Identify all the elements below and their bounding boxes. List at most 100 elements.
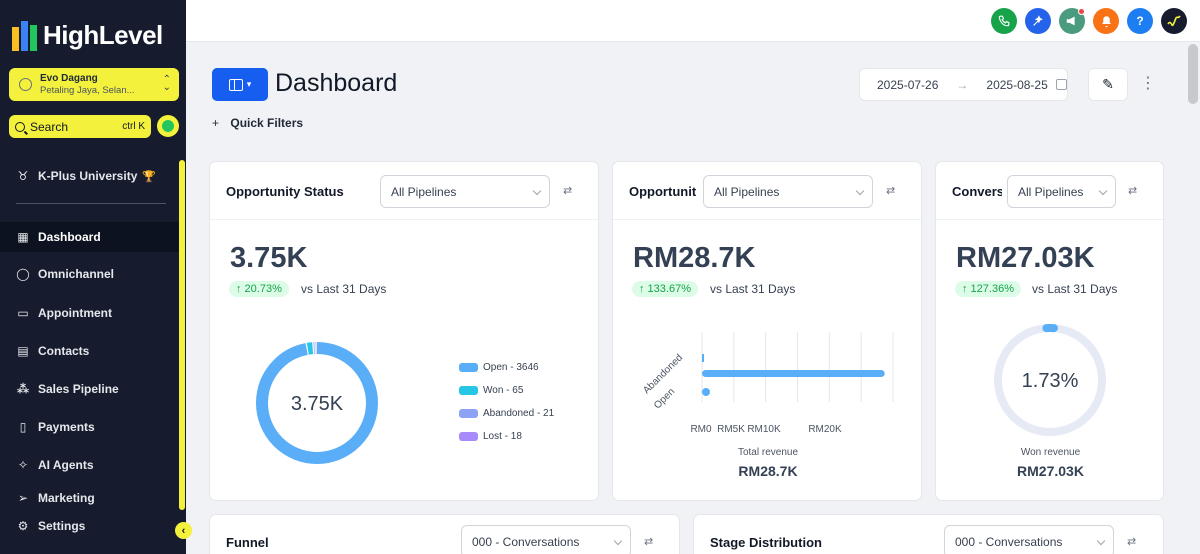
legend-swatch: [459, 363, 478, 372]
page-scrollbar[interactable]: [1188, 44, 1198, 104]
legend-item-lost[interactable]: Lost - 18: [459, 431, 522, 442]
lightning-icon: [162, 120, 174, 132]
location-icon: [19, 78, 32, 91]
legend-label: Open - 3646: [483, 362, 539, 373]
legend-item-abandoned[interactable]: Abandoned - 21: [459, 408, 554, 419]
collapse-sidebar-button[interactable]: ‹: [175, 522, 192, 539]
filter-settings-icon[interactable]: ⇄: [1128, 186, 1141, 197]
sidebar-item-label: K-Plus University: [38, 169, 138, 183]
chevron-up-down-icon: ⌃ ⌄: [162, 74, 171, 93]
payments-icon: ▯: [19, 420, 27, 434]
card-title: Opportunity Status: [226, 184, 344, 199]
sidebar-item-label: Marketing: [38, 491, 95, 505]
more-options-button[interactable]: ⋮: [1140, 74, 1156, 94]
conversation-select[interactable]: 000 - Conversations: [944, 525, 1114, 554]
opportunity-status-card: Opportunity Status All Pipelines ⇄ 3.75K…: [209, 161, 599, 501]
revenue-bar-open[interactable]: [702, 370, 885, 377]
conversation-select[interactable]: 000 - Conversations: [461, 525, 631, 554]
x-tick-label: RM10K: [747, 424, 781, 435]
revenue-bar-abandoned[interactable]: [702, 354, 704, 362]
pipeline-select[interactable]: All Pipelines: [380, 175, 550, 208]
notifications-button[interactable]: [1093, 8, 1119, 34]
date-range-picker[interactable]: 2025-07-26 → 2025-08-25: [859, 68, 1068, 101]
sidebar: HighLevel Evo Dagang Petaling Jaya, Sela…: [0, 0, 186, 554]
comparison-label: vs Last 31 Days: [301, 282, 387, 296]
edit-dashboard-button[interactable]: ✎: [1088, 68, 1128, 101]
filter-settings-icon[interactable]: ⇄: [1127, 537, 1140, 548]
change-badge: ↑ 133.67%: [632, 281, 698, 297]
sidebar-item-settings[interactable]: ⚙ Settings: [0, 511, 180, 541]
page-title: Dashboard: [275, 69, 398, 97]
won-revenue-label: Won revenue: [1020, 447, 1081, 458]
dashboard-icon: ▦: [17, 230, 29, 244]
help-button[interactable]: ?: [1127, 8, 1153, 34]
stage-distribution-card: Stage Distribution 000 - Conversations ⇄: [693, 514, 1164, 554]
sidebar-item-payments[interactable]: ▯ Payments: [0, 412, 180, 442]
pipeline-select[interactable]: All Pipelines: [703, 175, 873, 208]
legend-swatch: [459, 409, 478, 418]
brand-logo[interactable]: HighLevel: [12, 20, 163, 51]
chevron-down-icon: [1096, 536, 1106, 546]
account-location: Petaling Jaya, Selan...: [40, 85, 135, 96]
megaphone-icon: [1066, 16, 1075, 26]
filter-settings-icon[interactable]: ⇄: [644, 537, 657, 548]
legend-item-open[interactable]: Open - 3646: [459, 362, 539, 373]
filter-settings-icon[interactable]: ⇄: [563, 186, 576, 197]
revenue-bar-chart: AbandonedOpen RM0 RM5K RM10K RM20K: [641, 332, 894, 435]
sidebar-divider: [16, 203, 166, 204]
card-header: Opportunity Status All Pipelines ⇄: [210, 162, 598, 220]
comparison-label: vs Last 31 Days: [710, 282, 796, 296]
date-from: 2025-07-26: [877, 77, 939, 92]
won-revenue-value: RM27.03K: [1017, 463, 1084, 479]
sidebar-item-label: Settings: [38, 519, 86, 533]
sidebar-item-dashboard[interactable]: ▦ Dashboard: [0, 222, 180, 252]
pipeline-select-value: All Pipelines: [391, 185, 457, 199]
ai-assistant-button[interactable]: [1025, 8, 1051, 34]
gauge-value: 1.73%: [1022, 370, 1079, 392]
date-to: 2025-08-25: [986, 77, 1048, 92]
pipeline-select-value: All Pipelines: [714, 185, 780, 199]
quick-filters-button[interactable]: + Quick Filters: [212, 116, 303, 130]
sparkle-icon: ✧: [17, 458, 29, 472]
dashboard-switcher-button[interactable]: ▾: [212, 68, 268, 101]
sidebar-item-contacts[interactable]: ▤ Contacts: [0, 336, 180, 366]
phone-button[interactable]: [991, 8, 1017, 34]
conversion-card: Convers All Pipelines ⇄ RM27.03K ↑ 127.3…: [935, 161, 1164, 501]
sidebar-item-label: Contacts: [38, 344, 90, 358]
legend-swatch: [459, 386, 478, 395]
x-tick-label: RM20K: [808, 424, 842, 435]
legend-item-won[interactable]: Won - 65: [459, 385, 523, 396]
card-title: Opportunit: [629, 184, 697, 199]
total-revenue-label: Total revenue: [737, 447, 799, 458]
sidebar-item-sales-pipeline[interactable]: ⁂ Sales Pipeline: [0, 374, 180, 404]
chevron-down-icon: [1098, 186, 1108, 196]
pipeline-select[interactable]: All Pipelines: [1007, 175, 1116, 208]
announcements-button[interactable]: [1059, 8, 1085, 34]
account-switcher[interactable]: Evo Dagang Petaling Jaya, Selan... ⌃ ⌄: [9, 68, 179, 101]
sidebar-item-label: Omnichannel: [38, 267, 115, 281]
quick-action-button[interactable]: [157, 115, 179, 137]
search-button[interactable]: Search ctrl K: [9, 115, 151, 138]
profile-avatar-icon: [1167, 15, 1181, 27]
conversation-select-value: 000 - Conversations: [955, 535, 1063, 549]
sidebar-item-label: AI Agents: [38, 458, 94, 472]
notification-dot: [1078, 8, 1085, 15]
sidebar-scrollbar[interactable]: [179, 160, 185, 510]
sidebar-item-label: Dashboard: [38, 230, 101, 244]
x-tick-label: RM5K: [717, 424, 745, 435]
pencil-icon: ✎: [1102, 76, 1114, 92]
sidebar-item-ai-agents[interactable]: ✧ AI Agents: [0, 450, 180, 480]
opportunity-count: 3.75K: [230, 242, 308, 274]
sidebar-item-marketing[interactable]: ➢ Marketing: [0, 483, 180, 513]
brand-name: HighLevel: [43, 20, 163, 50]
change-badge: ↑ 127.36%: [955, 281, 1021, 297]
sidebar-item-omnichannel[interactable]: ◯ Omnichannel: [0, 259, 180, 289]
profile-avatar[interactable]: [1161, 8, 1187, 34]
sidebar-item-appointment[interactable]: ▭ Appointment: [0, 298, 180, 328]
filter-settings-icon[interactable]: ⇄: [886, 186, 899, 197]
layout-icon: [228, 78, 243, 91]
sidebar-item-k-plus-university[interactable]: ♉ K-Plus University 🏆: [0, 161, 180, 191]
opportunity-value: RM28.7K: [633, 242, 756, 274]
account-name: Evo Dagang: [40, 73, 98, 84]
phone-icon: [998, 15, 1009, 26]
